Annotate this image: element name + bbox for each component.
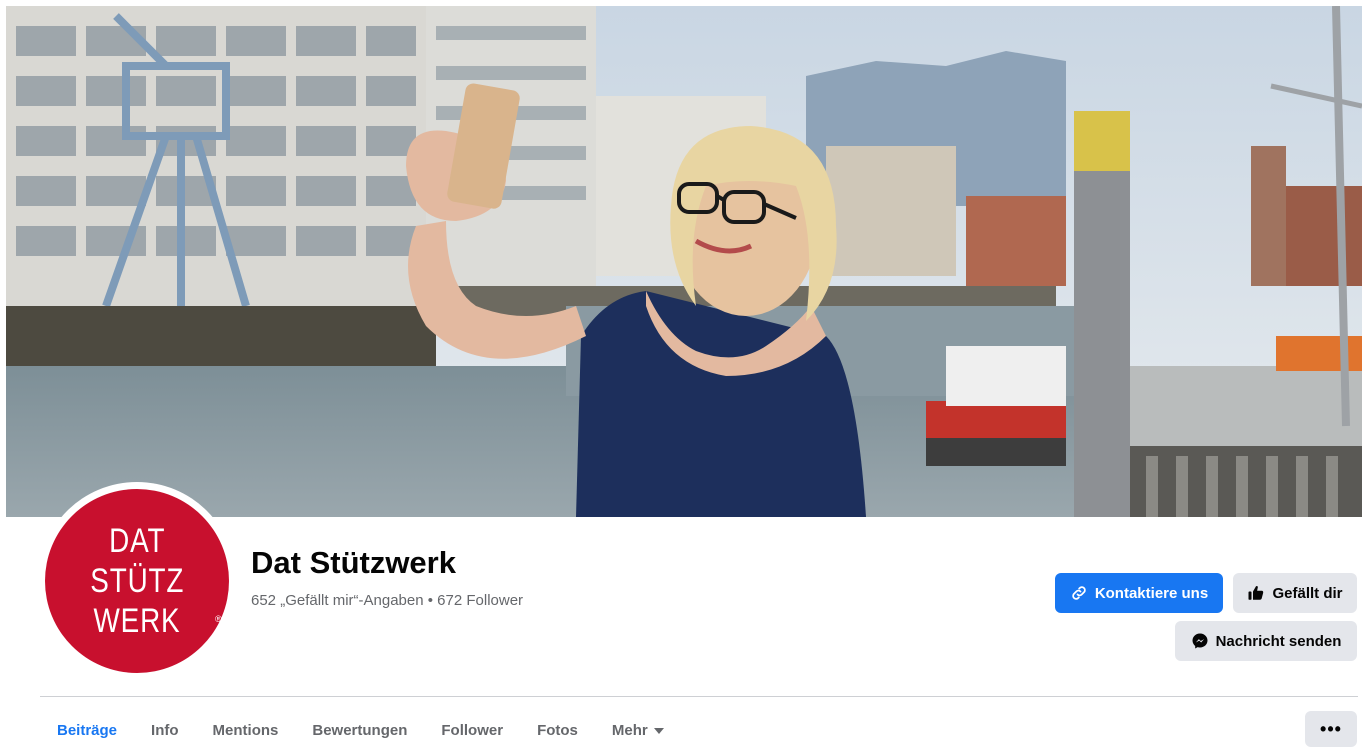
tab-beitraege[interactable]: Beiträge [40, 712, 134, 748]
page-stats[interactable]: 652 „Gefällt mir“-Angaben • 672 Follower [251, 592, 523, 609]
ellipsis-icon: ••• [1320, 718, 1342, 739]
header-divider [40, 696, 1358, 697]
send-message-label: Nachricht senden [1215, 632, 1342, 650]
send-message-button[interactable]: Nachricht senden [1175, 621, 1357, 661]
more-options-button[interactable]: ••• [1305, 711, 1357, 747]
cover-photo[interactable] [6, 6, 1362, 517]
logo-line-1: DAT [108, 522, 166, 560]
tab-fotos[interactable]: Fotos [520, 712, 595, 748]
caret-down-icon [653, 722, 664, 739]
tab-label: Mentions [212, 721, 279, 739]
page-tabs: Beiträge Info Mentions Bewertungen Follo… [40, 712, 681, 748]
tab-label: Follower [441, 721, 504, 739]
tab-label: Mehr [611, 721, 648, 739]
tab-info[interactable]: Info [134, 712, 196, 748]
logo-line-2: STÜTZ [90, 562, 184, 600]
registered-mark: ® [215, 614, 222, 624]
tab-label: Bewertungen [312, 721, 408, 739]
tab-label: Info [151, 721, 179, 739]
contact-button[interactable]: Kontaktiere uns [1055, 573, 1223, 613]
contact-button-label: Kontaktiere uns [1094, 584, 1209, 602]
avatar[interactable]: DAT STÜTZ WERK ® [45, 489, 229, 673]
cover-photo-illustration [6, 6, 1362, 517]
tab-label: Beiträge [57, 721, 118, 739]
logo-line-3: WERK [93, 602, 181, 640]
tab-bewertungen[interactable]: Bewertungen [295, 712, 424, 748]
thumbs-up-icon [1247, 584, 1265, 602]
tab-follower[interactable]: Follower [424, 712, 520, 748]
page-title: Dat Stützwerk [251, 545, 456, 580]
like-button[interactable]: Gefällt dir [1233, 573, 1357, 613]
tab-mentions[interactable]: Mentions [196, 712, 296, 748]
tab-label: Fotos [537, 721, 578, 739]
messenger-icon [1191, 632, 1209, 650]
like-button-label: Gefällt dir [1272, 584, 1343, 602]
link-icon [1070, 584, 1088, 602]
tab-mehr[interactable]: Mehr [595, 712, 681, 748]
